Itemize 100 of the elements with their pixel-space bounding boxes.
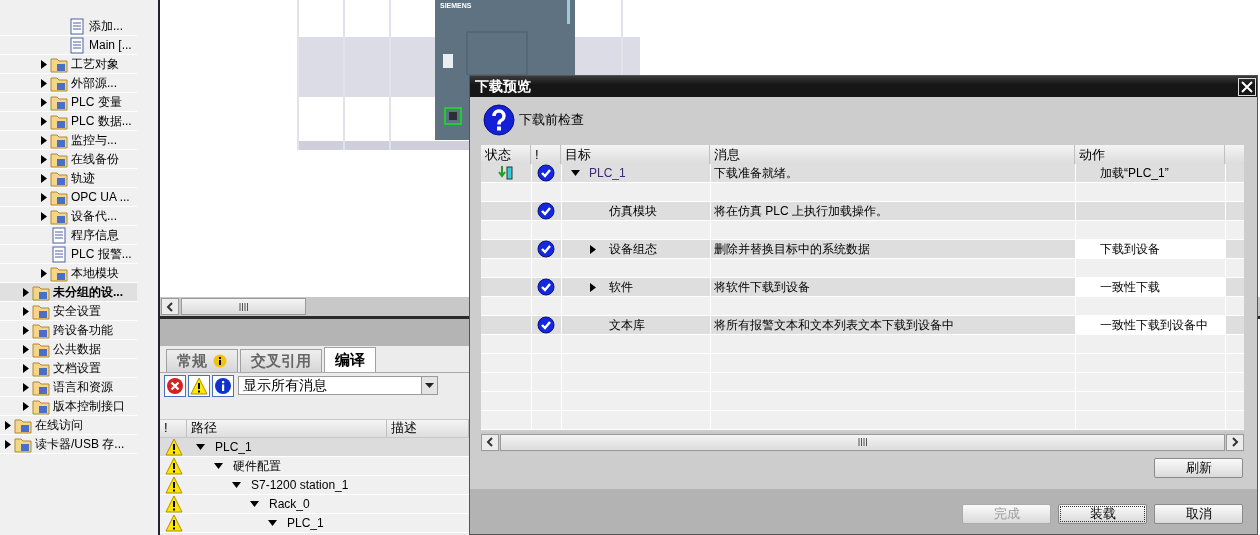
message-row[interactable]: PLC_1 <box>160 514 469 533</box>
caret-icon[interactable] <box>425 382 434 389</box>
error-filter-button[interactable] <box>164 374 186 397</box>
message-text: 将在仿真 PLC 上执行加载操作。 <box>714 203 888 219</box>
warning-icon <box>164 476 183 494</box>
folder-icon <box>32 340 50 358</box>
scrollbar-thumb[interactable] <box>181 298 306 315</box>
tree-item[interactable]: 读卡器/USB 存... <box>0 435 137 454</box>
tree-item[interactable]: 工艺对象 <box>0 55 137 74</box>
collapse-arrow-icon[interactable] <box>195 444 205 450</box>
expand-arrow-icon[interactable] <box>41 173 47 183</box>
message-filter-dropdown[interactable]: 显示所有消息 <box>238 376 438 395</box>
folder-icon <box>14 435 32 453</box>
table-row[interactable]: PLC_1 下载准备就绪。 加载“PLC_1” <box>481 164 1244 183</box>
action-dropdown[interactable]: 一致性下载到设备中 <box>1075 316 1225 334</box>
expand-arrow-icon[interactable] <box>23 344 29 354</box>
tree-item[interactable]: PLC 数据... <box>0 112 137 131</box>
close-button[interactable] <box>1238 77 1256 96</box>
collapse-arrow-icon[interactable] <box>231 482 241 488</box>
target-label: 设备组态 <box>609 241 657 257</box>
tree-item-label: PLC 报警... <box>71 246 132 262</box>
tree-item[interactable]: 未分组的设... <box>0 283 137 302</box>
tree-item[interactable]: 监控与... <box>0 131 137 150</box>
expand-arrow-icon[interactable] <box>41 211 47 221</box>
expand-arrow-icon[interactable] <box>590 282 596 292</box>
action-dropdown[interactable]: 下载到设备 <box>1075 240 1225 258</box>
info-filter-button[interactable] <box>212 374 234 397</box>
collapse-arrow-icon[interactable] <box>267 520 277 526</box>
refresh-button[interactable]: 刷新 <box>1154 458 1243 478</box>
tree-item[interactable]: 文档设置 <box>0 359 137 378</box>
expand-arrow-icon[interactable] <box>590 244 596 254</box>
tree-item-label: 跨设备功能 <box>53 322 113 338</box>
tree-item[interactable]: PLC 变量 <box>0 93 137 112</box>
message-row[interactable]: PLC_1 <box>160 438 469 457</box>
column-header[interactable]: ! <box>160 420 187 437</box>
expand-arrow-icon[interactable] <box>5 439 11 449</box>
tree-item[interactable]: 在线访问 <box>0 416 137 435</box>
inspector-tab[interactable]: 常规 <box>166 349 238 372</box>
scroll-left-button[interactable] <box>161 298 179 315</box>
tree-item-label: 在线备份 <box>71 151 119 167</box>
tree-item[interactable]: 添加... <box>0 17 137 36</box>
column-header[interactable]: 路径 <box>187 420 387 437</box>
target-label: 文本库 <box>609 317 645 333</box>
folder-icon <box>32 397 50 415</box>
table-row[interactable]: 软件 将软件下载到设备 一致性下载 <box>481 278 1244 297</box>
inspector-tab[interactable]: 交叉引用 <box>240 349 322 372</box>
expand-arrow-icon[interactable] <box>41 192 47 202</box>
expand-arrow-icon[interactable] <box>23 401 29 411</box>
tree-item-label: 添加... <box>89 18 123 34</box>
expand-arrow-icon[interactable] <box>41 116 47 126</box>
tree-item[interactable]: 公共数据 <box>0 340 137 359</box>
target-label: 软件 <box>609 279 633 295</box>
expand-arrow-icon[interactable] <box>41 78 47 88</box>
warning-icon <box>164 438 183 456</box>
scroll-left-button[interactable] <box>481 433 499 451</box>
message-row[interactable]: Rack_0 <box>160 495 469 514</box>
question-icon <box>483 104 515 136</box>
expand-arrow-icon[interactable] <box>23 325 29 335</box>
tree-item[interactable]: 版本控制接口 <box>0 397 137 416</box>
tree-item[interactable]: Main [... <box>0 36 137 55</box>
tree-item[interactable]: PLC 报警... <box>0 245 137 264</box>
tree-item[interactable]: 语言和资源 <box>0 378 137 397</box>
inspector-tab[interactable]: 编译 <box>324 347 376 372</box>
expand-arrow-icon[interactable] <box>5 420 11 430</box>
table-row[interactable]: 仿真模块 将在仿真 PLC 上执行加载操作。 <box>481 202 1244 221</box>
expand-arrow-icon[interactable] <box>23 363 29 373</box>
folder-icon <box>14 416 32 434</box>
warning-icon <box>164 457 183 475</box>
tree-item[interactable]: 设备代... <box>0 207 137 226</box>
collapse-arrow-icon[interactable] <box>249 501 259 507</box>
table-row[interactable]: 文本库 将所有报警文本和文本列表文本下载到设备中 一致性下载到设备中 <box>481 316 1244 335</box>
collapse-arrow-icon[interactable] <box>213 463 223 469</box>
expand-arrow-icon[interactable] <box>23 382 29 392</box>
warning-filter-button[interactable] <box>188 374 210 397</box>
expand-arrow-icon[interactable] <box>41 268 47 278</box>
tree-item[interactable]: 程序信息 <box>0 226 137 245</box>
message-row[interactable]: S7-1200 station_1 <box>160 476 469 495</box>
expand-arrow-icon[interactable] <box>23 306 29 316</box>
expand-arrow-icon[interactable] <box>41 97 47 107</box>
warning-icon <box>164 495 183 513</box>
tree-item[interactable]: 跨设备功能 <box>0 321 137 340</box>
collapse-arrow-icon[interactable] <box>570 170 580 176</box>
tree-item[interactable]: 外部源... <box>0 74 137 93</box>
message-row[interactable]: 硬件配置 <box>160 457 469 476</box>
dialog-button[interactable]: 装载 <box>1058 503 1147 524</box>
expand-arrow-icon[interactable] <box>41 135 47 145</box>
expand-arrow-icon[interactable] <box>41 154 47 164</box>
scroll-right-button[interactable] <box>1226 433 1244 451</box>
folder-icon <box>32 302 50 320</box>
tree-item[interactable]: OPC UA ... <box>0 188 137 207</box>
action-dropdown[interactable]: 一致性下载 <box>1075 278 1225 296</box>
dialog-button[interactable]: 取消 <box>1154 503 1243 524</box>
table-row[interactable]: 设备组态 删除并替换目标中的系统数据 下载到设备 <box>481 240 1244 259</box>
tree-item-label: PLC 数据... <box>71 113 132 129</box>
folder-icon <box>50 150 68 168</box>
expand-arrow-icon[interactable] <box>23 287 29 297</box>
expand-arrow-icon[interactable] <box>41 59 47 69</box>
tree-item[interactable]: 安全设置 <box>0 302 137 321</box>
tree-item[interactable]: 在线备份 <box>0 150 137 169</box>
tree-item[interactable]: 轨迹 <box>0 169 137 188</box>
